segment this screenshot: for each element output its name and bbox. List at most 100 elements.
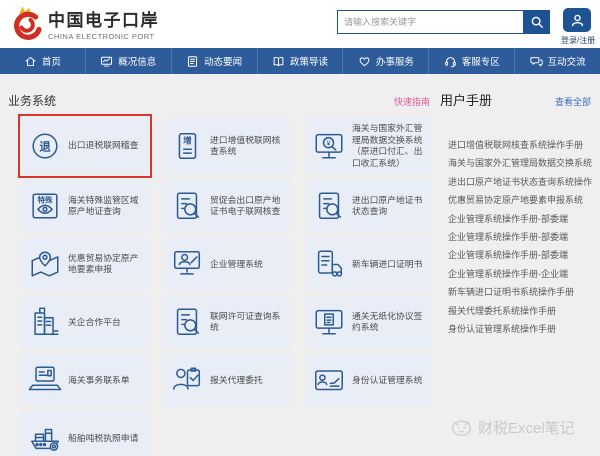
user-manual-list: 进口增值税联网核查系统操作手册海关与国家外汇管理局数据交换系统进出口原产地证书状… [448, 136, 594, 338]
business-card-label: 企业管理系统 [210, 259, 263, 271]
search-button[interactable] [523, 10, 550, 34]
svg-text:退: 退 [39, 139, 51, 153]
business-card-label: 身份认证管理系统 [352, 375, 422, 387]
svg-text:特殊: 特殊 [37, 195, 53, 205]
business-card-label: 联网许可证查询系统 [210, 311, 284, 334]
manual-list-item[interactable]: 企业管理系统操作手册-部委端 [448, 210, 594, 228]
buildings-icon [28, 305, 62, 339]
manual-list-item[interactable]: 企业管理系统操作手册-企业端 [448, 265, 594, 283]
port-logo-icon [8, 4, 42, 49]
laptop-icon [28, 363, 62, 397]
nav-item-interaction[interactable]: 互动交流 [514, 48, 600, 74]
watermark-text: 财税Excel笔记 [478, 417, 575, 438]
monitor-doc-icon [312, 305, 346, 339]
business-card-label: 进出口原产地证书状态查询 [352, 195, 426, 218]
business-card-label: 海关事务联系单 [68, 375, 130, 387]
business-card[interactable]: ¥海关与国家外汇管理局数据交换系统（原进口付汇、出口收汇系统） [306, 118, 432, 174]
manual-list-item[interactable]: 企业管理系统操作手册-部委端 [448, 246, 594, 264]
search-bar [337, 10, 550, 34]
business-card[interactable]: 关企合作平台 [22, 296, 148, 348]
tui-circle-icon: 退 [28, 129, 62, 163]
nav-item-services[interactable]: 办事服务 [342, 48, 428, 74]
person-clipboard-icon [170, 363, 204, 397]
manual-list-item[interactable]: 海关与国家外汇管理局数据交换系统 [448, 154, 594, 172]
business-card[interactable]: 新车辆进口证明书 [306, 238, 432, 290]
user-icon [570, 13, 585, 28]
monitor-user-icon [170, 247, 204, 281]
chart-icon [100, 55, 113, 68]
nav-item-home[interactable]: 首页 [0, 48, 85, 74]
headset-icon [444, 55, 457, 68]
business-card[interactable]: 特殊海关特殊监管区域原产地证查询 [22, 180, 148, 232]
nav-item-support[interactable]: 客服专区 [428, 48, 514, 74]
business-card[interactable]: 贸促会出口原产地证书电子联网核查 [164, 180, 290, 232]
logo-text: 中国电子口岸 CHINA ELECTRONIC PORT [48, 12, 159, 42]
watermark-cat-icon [450, 416, 473, 439]
user-manual-title: 用户手册 [440, 90, 492, 109]
business-card[interactable]: 身份认证管理系统 [306, 354, 432, 406]
business-card-label: 优惠贸易协定原产地要素申报 [68, 253, 142, 276]
business-card-label: 关企合作平台 [68, 317, 121, 329]
site-logo[interactable]: 中国电子口岸 CHINA ELECTRONIC PORT [8, 4, 159, 49]
special-eye-icon: 特殊 [28, 189, 62, 223]
business-card[interactable]: 进出口原产地证书状态查询 [306, 180, 432, 232]
doc-truck-icon [312, 247, 346, 281]
content-area: 业务系统 快速指南 用户手册 查看全部 退 出口退税联网稽查 增 进口增值税联网核查系… [0, 74, 600, 456]
business-card[interactable]: 海关事务联系单 [22, 354, 148, 406]
business-card-label: 海关与国家外汇管理局数据交换系统（原进口付汇、出口收汇系统） [352, 123, 426, 169]
manual-list-item[interactable]: 进口增值税联网核查系统操作手册 [448, 136, 594, 154]
business-card[interactable]: 报关代理委托 [164, 354, 290, 406]
nav-item-label: 客服专区 [462, 54, 500, 68]
business-card-label: 船舶吨税执照申请 [68, 433, 138, 445]
site-subtitle: CHINA ELECTRONIC PORT [48, 32, 159, 41]
login-area: 登录/注册 [561, 8, 593, 46]
login-button[interactable] [563, 8, 591, 32]
nav-item-label: 概况信息 [118, 54, 156, 68]
search-input[interactable] [337, 10, 523, 34]
manual-list-item[interactable]: 进出口原产地证书状态查询系统操作 [448, 173, 594, 191]
manual-list-item[interactable]: 优惠贸易协定原产地要素申报系统 [448, 191, 594, 209]
nav-item-overview[interactable]: 概况信息 [85, 48, 171, 74]
business-card-label: 贸促会出口原产地证书电子联网核查 [210, 195, 284, 218]
nav-item-news[interactable]: 动态要闻 [171, 48, 257, 74]
map-pin-icon [28, 247, 62, 281]
login-register-link[interactable]: 登录/注册 [561, 35, 593, 46]
manual-list-item[interactable]: 身份认证管理系统操作手册 [448, 320, 594, 338]
nav-item-label: 首页 [42, 54, 61, 68]
doc-zeng-icon: 增 [170, 129, 204, 163]
news-icon [186, 55, 199, 68]
site-title: 中国电子口岸 [48, 12, 159, 31]
business-card-label: 通关无纸化协议签约系统 [352, 311, 426, 334]
main-nav: 首页 概况信息 动态要闻 政策导读 办事服务 客服专区互动交流 [0, 48, 600, 74]
nav-item-policy[interactable]: 政策导读 [257, 48, 343, 74]
business-card[interactable]: 企业管理系统 [164, 238, 290, 290]
business-systems-grid: 退 出口退税联网稽查 增 进口增值税联网核查系统 ¥海关与国家外汇管理局数据交换系统（原… [22, 118, 432, 456]
manual-list-item[interactable]: 新车辆进口证明书系统操作手册 [448, 283, 594, 301]
business-card[interactable]: 增 进口增值税联网核查系统 [164, 118, 290, 174]
business-card-label: 出口退税联网稽查 [68, 140, 138, 152]
doc-search-icon [312, 189, 346, 223]
nav-item-label: 办事服务 [376, 54, 414, 68]
business-card-label: 进口增值税联网核查系统 [210, 135, 284, 158]
svg-text:增: 增 [183, 136, 192, 146]
doc-search-icon [170, 305, 204, 339]
ship-icon [28, 421, 62, 455]
business-card[interactable]: 优惠贸易协定原产地要素申报 [22, 238, 148, 290]
id-card-icon [312, 363, 346, 397]
manual-list-item[interactable]: 企业管理系统操作手册-部委端 [448, 228, 594, 246]
heart-icon [358, 55, 371, 68]
business-systems-title: 业务系统 [8, 92, 56, 109]
business-card[interactable]: 退 出口退税联网稽查 [22, 118, 148, 174]
quick-guide-link[interactable]: 快速指南 [394, 95, 430, 108]
search-icon [530, 15, 544, 29]
view-all-link[interactable]: 查看全部 [555, 95, 591, 108]
manual-list-item[interactable]: 报关代理委托系统操作手册 [448, 302, 594, 320]
monitor-search-icon: ¥ [312, 129, 346, 163]
business-card[interactable]: 联网许可证查询系统 [164, 296, 290, 348]
site-header: 中国电子口岸 CHINA ELECTRONIC PORT 登录/注册 [0, 0, 600, 48]
nav-item-label: 动态要闻 [204, 54, 242, 68]
business-card[interactable]: 通关无纸化协议签约系统 [306, 296, 432, 348]
business-card[interactable]: 船舶吨税执照申请 [22, 412, 148, 456]
chat-icon [530, 55, 543, 68]
watermark: 财税Excel笔记 [450, 416, 575, 439]
